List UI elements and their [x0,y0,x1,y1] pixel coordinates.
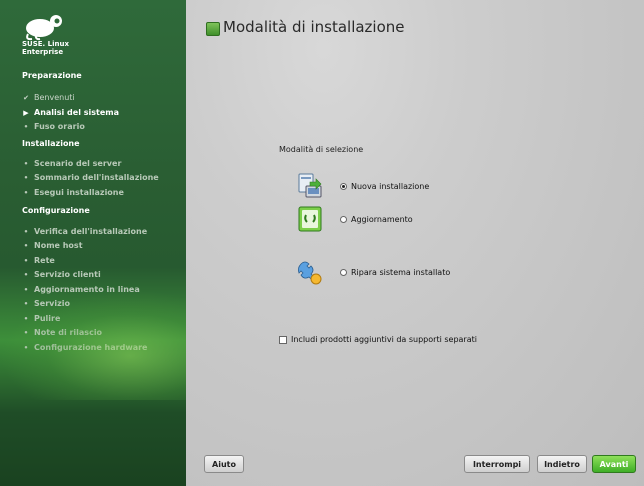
repair-icon [297,261,322,285]
radio-button-repair[interactable] [340,269,347,276]
bullet-icon: • [23,314,29,323]
bullet-icon: • [23,188,29,197]
step-configurazione-hardware: • Configurazione hardware [22,343,148,352]
radio-label-update[interactable]: Aggiornamento [351,215,413,224]
radio-option-update[interactable]: Aggiornamento [340,215,413,224]
step-note-di-rilascio: • Note di rilascio [22,328,102,337]
step-servizio-clienti: • Servizio clienti [22,270,101,279]
main-content: Modalità di installazione Modalità di se… [186,0,644,486]
bullet-icon: • [23,299,29,308]
abort-button[interactable]: Interrompi [464,455,530,473]
bullet-icon: • [23,227,29,236]
update-icon [298,206,322,232]
step-label: Servizio clienti [34,270,101,279]
installation-mode-icon [206,22,220,36]
step-scenario-del-server: • Scenario del server [22,159,122,168]
step-label: Analisi del sistema [34,108,119,117]
bullet-icon: • [23,328,29,337]
bullet-icon: • [23,173,29,182]
radio-label-new-install[interactable]: Nuova installazione [351,182,429,191]
step-label: Fuso orario [34,122,85,131]
section-title-configurazione: Configurazione [22,206,90,215]
arrow-right-icon: ▶ [23,108,29,117]
step-label: Esegui installazione [34,188,124,197]
new-install-icon [298,173,322,198]
bullet-icon: • [23,122,29,131]
step-verifica-installazione: • Verifica dell'installazione [22,227,147,236]
step-fuso-orario: • Fuso orario [22,122,85,131]
next-button[interactable]: Avanti [592,455,636,473]
radio-label-repair[interactable]: Ripara sistema installato [351,268,450,277]
step-label: Configurazione hardware [34,343,148,352]
bullet-icon: • [23,159,29,168]
step-benvenuti: ✔ Benvenuti [22,93,75,102]
brand-text: SUSE. Linux Enterprise [22,40,69,56]
brand-line1: SUSE. Linux [22,40,69,48]
checkmark-icon: ✔ [23,93,29,102]
step-sommario-installazione: • Sommario dell'installazione [22,173,159,182]
bullet-icon: • [23,270,29,279]
step-label: Sommario dell'installazione [34,173,159,182]
step-nome-host: • Nome host [22,241,83,250]
radio-button-new-install[interactable] [340,183,347,190]
step-label: Benvenuti [34,93,75,102]
step-rete: • Rete [22,256,55,265]
step-label: Note di rilascio [34,328,103,337]
step-pulire: • Pulire [22,314,61,323]
radio-button-update[interactable] [340,216,347,223]
brand-line2: Enterprise [22,48,64,56]
radio-option-new-install[interactable]: Nuova installazione [340,182,429,191]
step-label: Servizio [34,299,70,308]
radio-option-repair[interactable]: Ripara sistema installato [340,268,450,277]
suse-chameleon-logo-icon [26,15,62,41]
help-button[interactable]: Aiuto [204,455,244,473]
bullet-icon: • [23,343,29,352]
step-label: Aggiornamento in linea [34,285,140,294]
step-analisi-del-sistema: ▶ Analisi del sistema [22,108,119,117]
sidebar: SUSE. Linux Enterprise Preparazione ✔ Ben… [0,0,186,486]
bullet-icon: • [23,241,29,250]
step-servizio: • Servizio [22,299,70,308]
page-title: Modalità di installazione [223,18,405,36]
step-label: Rete [34,256,55,265]
step-label: Scenario del server [34,159,122,168]
section-title-installazione: Installazione [22,139,80,148]
bullet-icon: • [23,256,29,265]
section-title-preparazione: Preparazione [22,71,82,80]
addon-products-checkbox[interactable] [279,335,287,344]
step-label: Verifica dell'installazione [34,227,148,236]
selection-group-label: Modalità di selezione [279,145,364,154]
step-aggiornamento-in-linea: • Aggiornamento in linea [22,285,140,294]
step-label: Pulire [34,314,61,323]
back-button[interactable]: Indietro [537,455,587,473]
step-esegui-installazione: • Esegui installazione [22,188,124,197]
step-label: Nome host [34,241,83,250]
bullet-icon: • [23,285,29,294]
addon-products-label[interactable]: Includi prodotti aggiuntivi da supporti … [291,335,477,344]
addon-products-checkbox-row[interactable]: Includi prodotti aggiuntivi da supporti … [279,335,477,344]
